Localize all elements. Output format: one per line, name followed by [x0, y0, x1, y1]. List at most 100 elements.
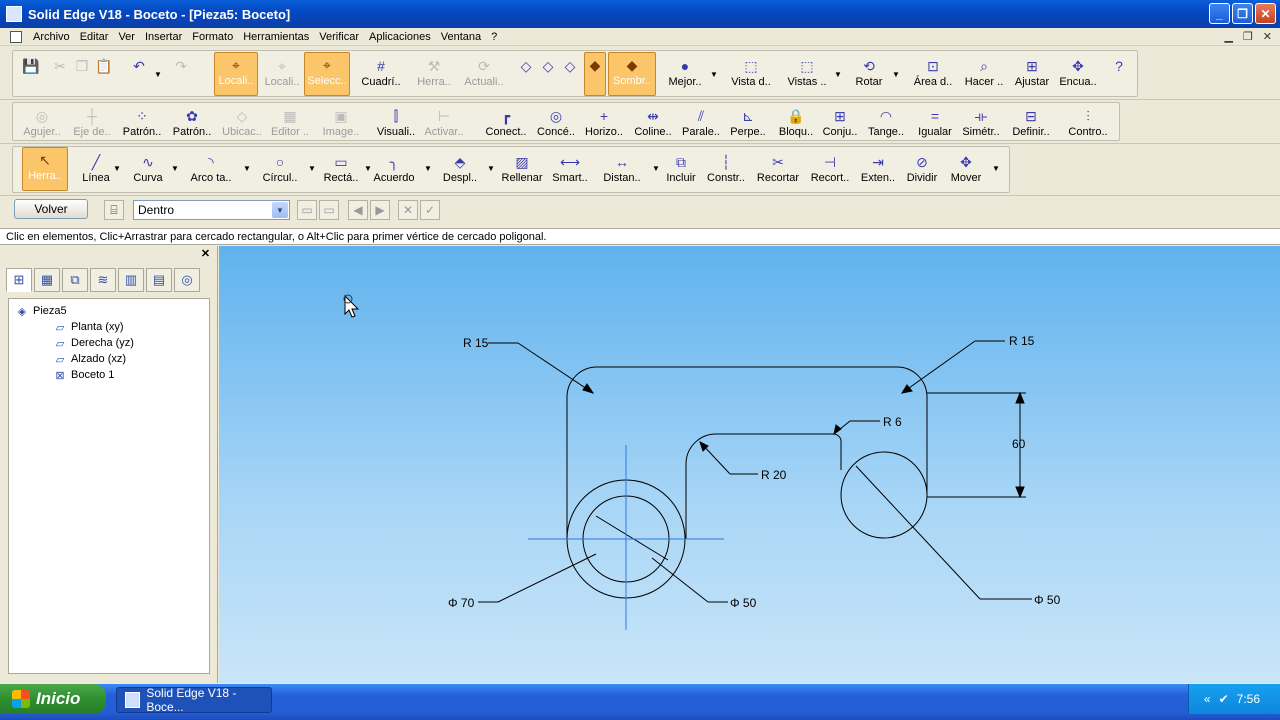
close-icon[interactable]: ✕ — [1255, 3, 1276, 24]
menu-insertar[interactable]: Insertar — [140, 31, 187, 43]
control-button[interactable]: ⫶ Contro.. — [1060, 104, 1116, 140]
menu-aplicaciones[interactable]: Aplicaciones — [364, 31, 436, 43]
equal-button[interactable]: = Igualar — [914, 104, 956, 140]
trim-button[interactable]: ✂ Recortar — [754, 150, 802, 190]
arrow-left-icon[interactable]: ◀ — [348, 200, 368, 220]
restore-icon[interactable]: ❐ — [1232, 3, 1253, 24]
chevron-down-icon[interactable]: ▼ — [487, 164, 495, 173]
dim-phi50-inner[interactable]: Φ 50 — [730, 596, 757, 610]
hole-button[interactable]: ◎ Agujer.. — [20, 104, 64, 140]
start-button[interactable]: Inicio — [0, 684, 106, 714]
curve-button[interactable]: ∿ Curva — [126, 150, 170, 190]
symmetric-button[interactable]: ⟛ Simétr.. — [958, 104, 1004, 140]
cube-button[interactable]: ◇ — [516, 54, 536, 94]
trim-corner-button[interactable]: ⊣ Recort.. — [806, 150, 854, 190]
shaded-cube-button[interactable]: ◆ Sombr.. — [608, 52, 656, 96]
zoom-button[interactable]: ⌕ Hacer .. — [960, 54, 1008, 94]
fillet-button[interactable]: ╮ Acuerdo — [372, 150, 416, 190]
image-button[interactable]: ▣ Image.. — [318, 104, 364, 140]
mdi-restore-icon[interactable]: ❐ — [1243, 30, 1253, 43]
sketch-canvas[interactable]: R 15 R 15 R 6 R 20 60 Φ 70 Φ 50 Φ 50 — [219, 246, 1280, 683]
dim-phi50-right[interactable]: Φ 50 — [1034, 593, 1061, 607]
chevron-down-icon[interactable]: ▼ — [308, 164, 316, 173]
dim-r20[interactable]: R 20 — [761, 468, 787, 482]
zoom-area-button[interactable]: ⊡ Área d.. — [908, 54, 958, 94]
menu-ventana[interactable]: Ventana — [436, 31, 486, 43]
circle-button[interactable]: ○ Círcul.. — [256, 150, 304, 190]
pointer-button[interactable]: ↖ Herra.. — [22, 147, 68, 191]
smart-dimension-button[interactable]: ⟷ Smart.. — [548, 150, 592, 190]
back-button[interactable]: Volver — [14, 199, 88, 219]
display-button[interactable]: ⫿ Visuali.. — [374, 104, 418, 140]
extend-button[interactable]: ⇥ Exten.. — [856, 150, 900, 190]
close-icon[interactable]: ✕ — [200, 249, 211, 260]
menu-help[interactable]: ? — [486, 31, 502, 43]
chevron-down-icon[interactable]: ▼ — [243, 164, 251, 173]
arc-button[interactable]: ◝ Arco ta.. — [186, 150, 236, 190]
tab-layers[interactable]: ▦ — [34, 268, 60, 292]
define-button[interactable]: ⊟ Definir.. — [1008, 104, 1054, 140]
views-button[interactable]: ⬚ Vistas .. — [782, 54, 832, 94]
rectangle-button[interactable]: ▭ Rectá.. — [318, 150, 364, 190]
document-icon[interactable] — [10, 30, 22, 43]
tangent-button[interactable]: ◠ Tange.. — [864, 104, 908, 140]
parallel-button[interactable]: ⫽ Parale.. — [678, 104, 724, 140]
chevron-down-icon[interactable]: ▼ — [171, 164, 179, 173]
tree-item-alzado[interactable]: ▱ Alzado (xz) — [15, 351, 203, 367]
tree-item-derecha[interactable]: ▱ Derecha (yz) — [15, 335, 203, 351]
fence-rect-icon[interactable]: ▭ — [297, 200, 317, 220]
cube-button[interactable]: ◇ — [560, 54, 580, 94]
fit-button[interactable]: ⊞ Ajustar — [1012, 54, 1052, 94]
chevron-down-icon[interactable]: ▼ — [113, 164, 121, 173]
rigid-set-button[interactable]: ⊞ Conju.. — [818, 104, 862, 140]
menu-editar[interactable]: Editar — [75, 31, 114, 43]
menu-ver[interactable]: Ver — [113, 31, 140, 43]
select-filter-icon[interactable]: ⌸ — [104, 200, 124, 220]
move-button[interactable]: ✥ Mover — [944, 150, 988, 190]
perpendicular-button[interactable]: ⊾ Perpe.. — [726, 104, 770, 140]
save-button[interactable]: 💾 — [20, 54, 42, 94]
editor-button[interactable]: ▦ Editor .. — [268, 104, 312, 140]
chevron-down-icon[interactable]: ▼ — [272, 202, 288, 218]
cut-button[interactable]: ✂ — [50, 54, 70, 94]
select-button[interactable]: ⌖ Selecc.. — [304, 52, 350, 96]
grid-button[interactable]: # Cuadrí.. — [358, 54, 404, 94]
split-button[interactable]: ⊘ Dividir — [902, 150, 942, 190]
dim-phi70[interactable]: Φ 70 — [448, 596, 475, 610]
tree-root[interactable]: ◈ Pieza5 — [15, 303, 203, 319]
pan-button[interactable]: ✥ Encua.. — [1056, 54, 1100, 94]
menu-archivo[interactable]: Archivo — [28, 31, 75, 43]
tab-family[interactable]: ⧉ — [62, 268, 88, 292]
tab-sensors[interactable]: ≋ — [90, 268, 116, 292]
menu-herramientas[interactable]: Herramientas — [238, 31, 314, 43]
taskbar-item-solid-edge[interactable]: Solid Edge V18 - Boce... — [116, 686, 272, 714]
view-button[interactable]: ⬚ Vista d.. — [726, 54, 776, 94]
minimize-icon[interactable]: _ — [1209, 3, 1230, 24]
fill-button[interactable]: ▨ Rellenar — [498, 150, 546, 190]
cube-button[interactable]: ◇ — [538, 54, 558, 94]
chevron-down-icon[interactable]: ▼ — [154, 70, 162, 79]
include-button[interactable]: ⧉ Incluir — [662, 150, 700, 190]
chevron-down-icon[interactable]: ▼ — [364, 164, 372, 173]
tab-library[interactable]: ▥ — [118, 268, 144, 292]
tree-item-boceto[interactable]: ⊠ Boceto 1 — [15, 367, 203, 383]
sphere-button[interactable]: ● Mejor.. — [662, 54, 708, 94]
arrow-right-icon[interactable]: ▶ — [370, 200, 390, 220]
menu-formato[interactable]: Formato — [187, 31, 238, 43]
location-button[interactable]: ◇ Ubicac.. — [220, 104, 264, 140]
rotate-button[interactable]: ⟲ Rotar — [846, 54, 892, 94]
dim-r6[interactable]: R 6 — [883, 415, 902, 429]
collinear-button[interactable]: ⇹ Coline.. — [630, 104, 676, 140]
tab-views[interactable]: ◎ — [174, 268, 200, 292]
accept-icon[interactable]: ✓ — [420, 200, 440, 220]
tray-arrow-icon[interactable]: « — [1204, 692, 1211, 706]
redo-button[interactable]: ↷ — [168, 54, 194, 94]
chevron-down-icon[interactable]: ▼ — [424, 164, 432, 173]
tool-button[interactable]: ⚒ Herra.. — [414, 54, 454, 94]
copy-button[interactable]: ❐ — [72, 54, 92, 94]
distance-button[interactable]: ↔ Distan.. — [600, 150, 644, 190]
horizontal-button[interactable]: + Horizo.. — [582, 104, 626, 140]
locate-button[interactable]: ⌖ Locali.. — [214, 52, 258, 96]
tab-feature-pathfinder[interactable]: ⊞ — [6, 268, 32, 292]
axis-button[interactable]: ┼ Eje de.. — [70, 104, 114, 140]
